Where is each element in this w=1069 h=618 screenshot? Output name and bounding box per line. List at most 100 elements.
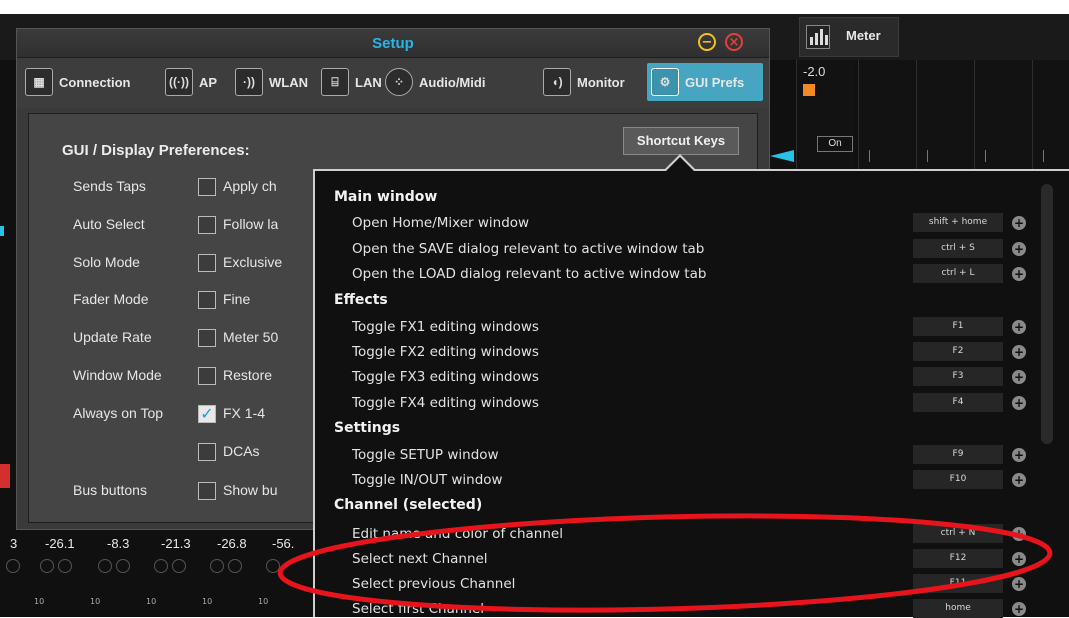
- shortcut-label: Select first Channel: [352, 601, 485, 617]
- popup-scrollbar[interactable]: [1041, 184, 1053, 444]
- add-shortcut-icon[interactable]: +: [1012, 345, 1026, 359]
- tab-label: AP: [199, 74, 218, 90]
- knob-icon[interactable]: [172, 559, 186, 573]
- shortcut-key[interactable]: F10: [913, 470, 1003, 489]
- pref-checkbox-checked[interactable]: ✓: [198, 405, 216, 423]
- tab-monitor[interactable]: ◖) Monitor: [543, 63, 625, 101]
- shortcut-key[interactable]: F3: [913, 367, 1003, 386]
- setup-title: Setup: [372, 35, 414, 52]
- pref-option-label: Follow la: [223, 216, 279, 232]
- shortcut-label: Toggle SETUP window: [352, 447, 499, 463]
- knob-icon[interactable]: [210, 559, 224, 573]
- shortcut-label: Open the SAVE dialog relevant to active …: [352, 241, 705, 257]
- setup-title-bar[interactable]: Setup − ×: [17, 29, 769, 58]
- pref-checkbox[interactable]: [198, 443, 216, 461]
- pref-label: Solo Mode: [73, 254, 140, 270]
- wifi-icon: ·)): [235, 68, 263, 96]
- pref-checkbox[interactable]: [198, 216, 216, 234]
- pref-label: Auto Select: [73, 216, 145, 232]
- pref-label: Always on Top: [73, 405, 164, 421]
- shortcut-key[interactable]: F12: [913, 549, 1003, 568]
- add-shortcut-icon[interactable]: +: [1012, 242, 1026, 256]
- pref-option-label: Fine: [223, 291, 251, 307]
- add-shortcut-icon[interactable]: +: [1012, 267, 1026, 281]
- pref-option-label: Show bu: [223, 482, 278, 498]
- fader-scale-label: 10: [90, 597, 101, 606]
- minimize-icon[interactable]: −: [698, 33, 716, 51]
- add-shortcut-icon[interactable]: +: [1012, 320, 1026, 334]
- knob-icon[interactable]: [116, 559, 130, 573]
- shortcut-key[interactable]: F1: [913, 317, 1003, 336]
- pref-label: Sends Taps: [73, 178, 146, 194]
- shortcut-label: Toggle IN/OUT window: [352, 472, 503, 488]
- shortcut-key[interactable]: home: [913, 599, 1003, 618]
- tab-audio-midi[interactable]: ⁘ Audio/Midi: [385, 63, 485, 101]
- close-icon[interactable]: ×: [725, 33, 743, 51]
- section-title: Main window: [334, 189, 438, 205]
- section-title: Settings: [334, 420, 401, 436]
- add-shortcut-icon[interactable]: +: [1012, 527, 1026, 541]
- shortcut-key[interactable]: F2: [913, 342, 1003, 361]
- shortcut-key[interactable]: F11: [913, 574, 1003, 593]
- tab-gui-prefs[interactable]: ⚙ GUI Prefs: [647, 63, 763, 101]
- tab-connection[interactable]: ▦ Connection: [25, 63, 131, 101]
- pref-checkbox[interactable]: [198, 329, 216, 347]
- channel-level-value: -26.8: [217, 536, 247, 551]
- tab-label: LAN: [355, 74, 382, 90]
- tab-label: Audio/Midi: [419, 74, 486, 90]
- pref-label: Window Mode: [73, 367, 162, 383]
- add-shortcut-icon[interactable]: +: [1012, 216, 1026, 230]
- knob-icon[interactable]: [6, 559, 20, 573]
- shortcut-key[interactable]: F4: [913, 393, 1003, 412]
- channel-level-value: -21.3: [161, 536, 191, 551]
- add-shortcut-icon[interactable]: +: [1012, 396, 1026, 410]
- tab-ap[interactable]: ((·)) AP: [165, 63, 217, 101]
- fader-scale-label: 10: [34, 597, 45, 606]
- setup-tab-bar: ▦ Connection ((·)) AP ·)) WLAN ⌸ LAN ⁘ A…: [17, 58, 769, 108]
- add-shortcut-icon[interactable]: +: [1012, 473, 1026, 487]
- shortcut-keys-button[interactable]: Shortcut Keys: [623, 127, 739, 155]
- shortcut-label: Toggle FX2 editing windows: [352, 344, 539, 360]
- shortcut-label: Open the LOAD dialog relevant to active …: [352, 266, 707, 282]
- add-shortcut-icon[interactable]: +: [1012, 448, 1026, 462]
- gears-icon: ⚙: [651, 68, 679, 96]
- add-shortcut-icon[interactable]: +: [1012, 370, 1026, 384]
- tab-lan[interactable]: ⌸ LAN: [321, 63, 382, 101]
- shortcut-key[interactable]: ctrl + S: [913, 239, 1003, 258]
- channel-on-button[interactable]: On: [817, 136, 853, 152]
- knob-icon[interactable]: [40, 559, 54, 573]
- popup-pointer-inner: [666, 157, 694, 171]
- shortcut-label: Toggle FX4 editing windows: [352, 395, 539, 411]
- pref-checkbox[interactable]: [198, 291, 216, 309]
- knob-icon[interactable]: [154, 559, 168, 573]
- meter-icon: [806, 25, 830, 49]
- add-shortcut-icon[interactable]: +: [1012, 602, 1026, 616]
- shortcut-key[interactable]: F9: [913, 445, 1003, 464]
- meter-button[interactable]: Meter: [799, 17, 899, 57]
- tab-label: Monitor: [577, 74, 625, 90]
- shortcut-key[interactable]: shift + home: [913, 213, 1003, 232]
- pref-checkbox[interactable]: [198, 367, 216, 385]
- shortcut-label: Edit name and color of channel: [352, 526, 563, 542]
- pref-option-label: Apply ch: [223, 178, 277, 194]
- add-shortcut-icon[interactable]: +: [1012, 552, 1026, 566]
- knob-icon[interactable]: [58, 559, 72, 573]
- channel-level-value: 3: [10, 536, 18, 551]
- pref-checkbox[interactable]: [198, 254, 216, 272]
- ethernet-icon: ⌸: [321, 68, 349, 96]
- knob-icon[interactable]: [228, 559, 242, 573]
- shortcut-key[interactable]: ctrl + N: [913, 524, 1003, 543]
- shortcut-label: Toggle FX3 editing windows: [352, 369, 539, 385]
- fader-scale-label: 10: [258, 597, 269, 606]
- pref-checkbox[interactable]: [198, 482, 216, 500]
- section-title: Effects: [334, 292, 388, 308]
- tab-label: WLAN: [269, 74, 308, 90]
- shortcut-key[interactable]: ctrl + L: [913, 264, 1003, 283]
- add-shortcut-icon[interactable]: +: [1012, 577, 1026, 591]
- tab-wlan[interactable]: ·)) WLAN: [235, 63, 308, 101]
- pref-checkbox[interactable]: [198, 178, 216, 196]
- knob-icon[interactable]: [98, 559, 112, 573]
- tab-label: GUI Prefs: [685, 74, 745, 90]
- pref-option-label: Meter 50: [223, 329, 279, 345]
- knob-icon[interactable]: [266, 559, 280, 573]
